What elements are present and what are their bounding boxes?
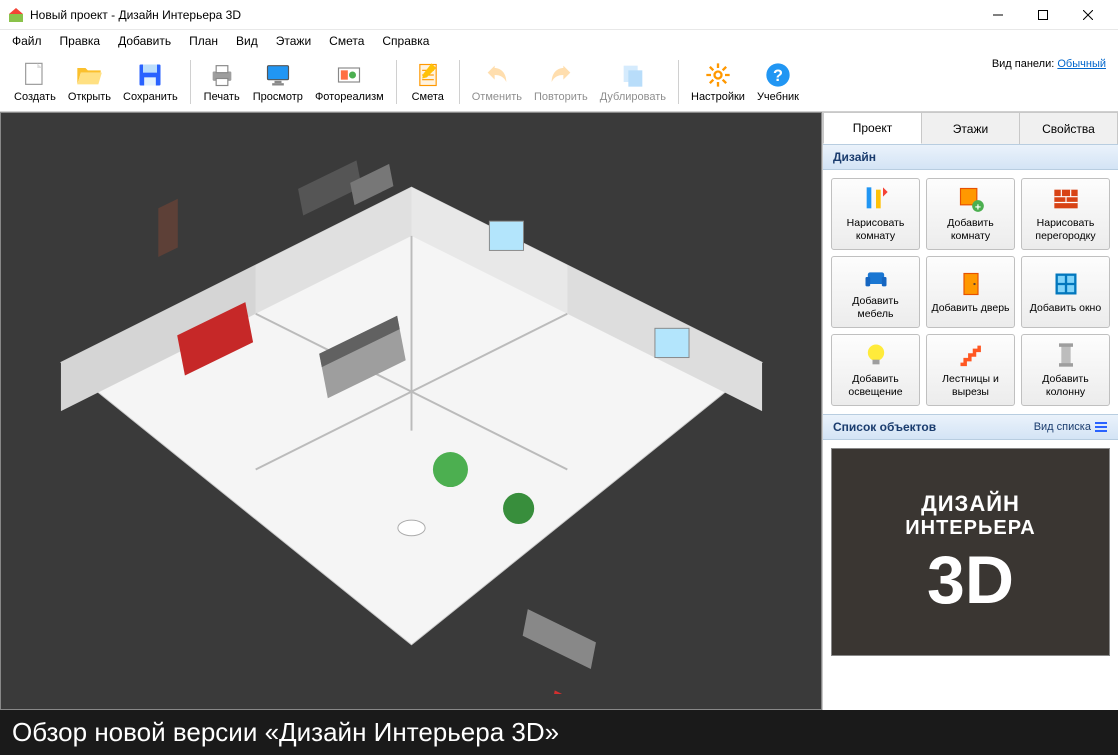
monitor-icon xyxy=(264,61,292,89)
svg-text:?: ? xyxy=(773,66,783,84)
help-icon: ? xyxy=(764,61,792,89)
printer-icon xyxy=(208,61,236,89)
redo-icon xyxy=(547,61,575,89)
toolbar: Создать Открыть Сохранить Печать Просмот… xyxy=(0,52,1118,112)
pencil-ruler-icon xyxy=(862,185,890,213)
menu-floors[interactable]: Этажи xyxy=(268,32,319,50)
close-button[interactable] xyxy=(1065,0,1110,30)
estimate-button[interactable]: Смета xyxy=(403,56,453,108)
tutorial-button[interactable]: ? Учебник xyxy=(751,56,805,108)
add-room-button[interactable]: + Добавить комнату xyxy=(926,178,1015,250)
undo-icon xyxy=(483,61,511,89)
object-list: ДИЗАЙН ИНТЕРЬЕРА 3D xyxy=(823,440,1118,710)
menu-bar: Файл Правка Добавить План Вид Этажи Смет… xyxy=(0,30,1118,52)
stairs-icon xyxy=(957,341,985,369)
list-icon xyxy=(1094,420,1108,434)
sidebar-tabs: Проект Этажи Свойства xyxy=(823,112,1118,144)
tab-properties[interactable]: Свойства xyxy=(1020,112,1118,144)
menu-help[interactable]: Справка xyxy=(374,32,437,50)
separator xyxy=(396,60,397,104)
add-furniture-button[interactable]: Добавить мебель xyxy=(831,256,920,328)
window-icon xyxy=(1052,270,1080,298)
stairs-button[interactable]: Лестницы и вырезы xyxy=(926,334,1015,406)
draw-room-button[interactable]: Нарисовать комнату xyxy=(831,178,920,250)
tab-project[interactable]: Проект xyxy=(823,112,922,144)
app-icon xyxy=(8,7,24,23)
add-door-button[interactable]: Добавить дверь xyxy=(926,256,1015,328)
add-lighting-button[interactable]: Добавить освещение xyxy=(831,334,920,406)
settings-button[interactable]: Настройки xyxy=(685,56,751,108)
photoreal-button[interactable]: Фотореализм xyxy=(309,56,390,108)
gear-icon xyxy=(704,61,732,89)
menu-edit[interactable]: Правка xyxy=(52,32,109,50)
separator xyxy=(678,60,679,104)
maximize-button[interactable] xyxy=(1020,0,1065,30)
duplicate-icon xyxy=(619,61,647,89)
section-objects-header: Список объектов Вид списка xyxy=(823,414,1118,440)
folder-open-icon xyxy=(75,61,103,89)
menu-file[interactable]: Файл xyxy=(4,32,50,50)
sidebar: Проект Этажи Свойства Дизайн Нарисовать … xyxy=(822,112,1118,710)
video-caption: Обзор новой версии «Дизайн Интерьера 3D» xyxy=(0,710,1118,755)
separator xyxy=(190,60,191,104)
promo-banner: ДИЗАЙН ИНТЕРЬЕРА 3D xyxy=(831,448,1110,656)
menu-add[interactable]: Добавить xyxy=(110,32,179,50)
duplicate-button[interactable]: Дублировать xyxy=(594,56,672,108)
print-button[interactable]: Печать xyxy=(197,56,247,108)
draw-partition-button[interactable]: Нарисовать перегородку xyxy=(1021,178,1110,250)
undo-button[interactable]: Отменить xyxy=(466,56,528,108)
add-column-button[interactable]: Добавить колонну xyxy=(1021,334,1110,406)
redo-button[interactable]: Повторить xyxy=(528,56,594,108)
minimize-button[interactable] xyxy=(975,0,1020,30)
create-button[interactable]: Создать xyxy=(8,56,62,108)
photoreal-icon xyxy=(335,61,363,89)
save-button[interactable]: Сохранить xyxy=(117,56,184,108)
window-title: Новый проект - Дизайн Интерьера 3D xyxy=(30,8,975,22)
panel-mode-link[interactable]: Обычный xyxy=(1057,58,1106,70)
list-view-toggle[interactable]: Вид списка xyxy=(1034,420,1108,434)
lightbulb-icon xyxy=(862,341,890,369)
svg-text:+: + xyxy=(974,202,980,213)
menu-estimate[interactable]: Смета xyxy=(321,32,372,50)
floppy-icon xyxy=(136,61,164,89)
panel-mode: Вид панели: Обычный xyxy=(992,58,1106,70)
notepad-icon xyxy=(414,61,442,89)
design-panel: Нарисовать комнату + Добавить комнату На… xyxy=(823,170,1118,414)
armchair-icon xyxy=(862,263,890,291)
add-window-button[interactable]: Добавить окно xyxy=(1021,256,1110,328)
new-file-icon xyxy=(21,61,49,89)
room-plus-icon: + xyxy=(957,185,985,213)
preview-button[interactable]: Просмотр xyxy=(247,56,309,108)
menu-plan[interactable]: План xyxy=(181,32,226,50)
separator xyxy=(459,60,460,104)
menu-view[interactable]: Вид xyxy=(228,32,266,50)
title-bar: Новый проект - Дизайн Интерьера 3D xyxy=(0,0,1118,30)
section-design-header: Дизайн xyxy=(823,144,1118,170)
brick-wall-icon xyxy=(1052,185,1080,213)
tab-floors[interactable]: Этажи xyxy=(922,112,1020,144)
viewport-3d[interactable] xyxy=(0,112,822,710)
main-area: Проект Этажи Свойства Дизайн Нарисовать … xyxy=(0,112,1118,710)
floorplan-render xyxy=(1,113,821,709)
door-icon xyxy=(957,270,985,298)
column-icon xyxy=(1052,341,1080,369)
open-button[interactable]: Открыть xyxy=(62,56,117,108)
